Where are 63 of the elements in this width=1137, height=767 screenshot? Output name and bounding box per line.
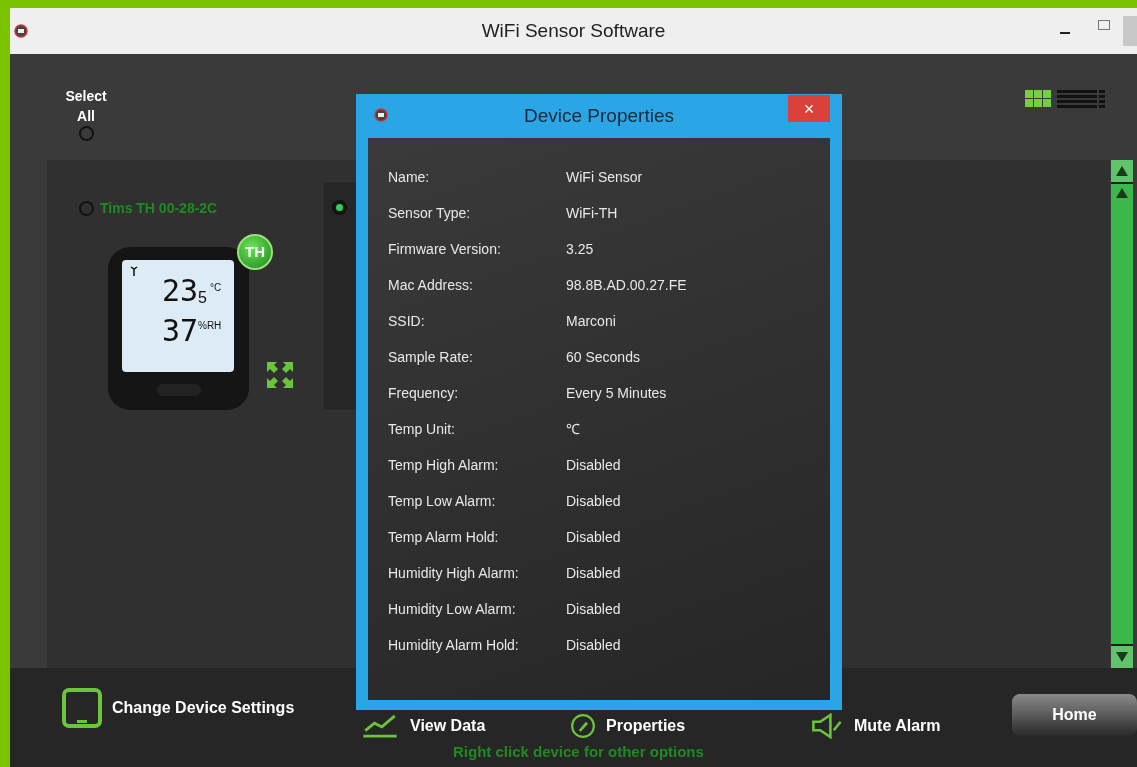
property-label: Temp Unit: — [388, 420, 456, 439]
sensor-type-badge: TH — [237, 234, 273, 270]
up-arrow-icon — [1116, 188, 1128, 198]
app-logo-icon — [374, 108, 388, 122]
property-value: 98.8B.AD.00.27.FE — [566, 276, 687, 295]
humidity-reading: 37 — [162, 316, 199, 346]
property-label: Humidity Alarm Hold: — [388, 636, 520, 655]
property-label: Sample Rate: — [388, 348, 474, 367]
toolbar-button[interactable]: Properties — [570, 712, 686, 740]
property-value: ℃ — [566, 420, 580, 439]
property-value: WiFi-TH — [566, 204, 618, 223]
scroll-up-button[interactable] — [1111, 160, 1133, 182]
property-label: Firmware Version: — [388, 240, 502, 259]
up-arrow-icon — [1116, 166, 1128, 176]
property-value: Disabled — [566, 492, 621, 511]
app-logo-icon — [14, 24, 28, 38]
property-label: Frequency: — [388, 384, 460, 403]
down-arrow-icon — [1116, 652, 1128, 662]
toolbar-button[interactable]: View Data — [360, 712, 486, 740]
select-all-label: Select All — [64, 87, 108, 126]
property-value: Disabled — [566, 528, 621, 547]
property-label: Name: — [388, 168, 431, 187]
close-button[interactable]: × — [788, 95, 830, 122]
radio-button[interactable] — [332, 200, 347, 215]
hint-text: Right click device for other options — [453, 742, 704, 762]
property-value: Disabled — [566, 636, 621, 655]
dialog-title: Device Properties — [524, 103, 674, 128]
property-value: Disabled — [566, 564, 621, 583]
property-value: Marconi — [566, 312, 616, 331]
property-value: Disabled — [566, 456, 621, 475]
expand-icon[interactable] — [267, 362, 293, 388]
property-value: Every 5 Minutes — [566, 384, 667, 403]
pencil-circle-icon — [570, 713, 596, 739]
property-label: Temp Low Alarm: — [388, 492, 497, 511]
line-chart-icon — [360, 714, 400, 738]
property-label: Humidity Low Alarm: — [388, 600, 517, 619]
property-value: 3.25 — [566, 240, 594, 259]
property-label: Temp High Alarm: — [388, 456, 500, 475]
radio-button[interactable] — [79, 201, 94, 216]
property-value: 60 Seconds — [566, 348, 640, 367]
device-name: Tims TH 00-28-2C — [100, 199, 218, 218]
temperature-unit: °C — [210, 281, 222, 295]
property-label: Temp Alarm Hold: — [388, 528, 500, 547]
window-title: WiFi Sensor Software — [481, 18, 666, 43]
property-label: Mac Address: — [388, 276, 474, 295]
temperature-decimal: 5 — [198, 290, 207, 306]
toolbar-button[interactable]: Change Device Settings — [62, 686, 295, 730]
property-label: SSID: — [388, 312, 426, 331]
humidity-unit: %RH — [198, 320, 222, 331]
speaker-muted-icon — [810, 713, 844, 739]
temperature-reading: 23 — [162, 276, 199, 306]
toolbar-button[interactable]: Mute Alarm — [810, 712, 941, 740]
property-label: Sensor Type: — [388, 204, 472, 223]
grid-view-icon[interactable] — [1025, 90, 1051, 107]
scroll-down-button[interactable] — [1111, 646, 1133, 668]
property-label: Humidity High Alarm: — [388, 564, 520, 583]
maximize-button[interactable] — [1098, 20, 1110, 30]
home-button[interactable]: Home — [1012, 694, 1137, 736]
property-value: WiFi Sensor — [566, 168, 643, 187]
property-value: Disabled — [566, 600, 621, 619]
radio-button[interactable] — [78, 126, 94, 141]
tablet-icon — [62, 688, 102, 728]
antenna-icon — [130, 266, 138, 276]
